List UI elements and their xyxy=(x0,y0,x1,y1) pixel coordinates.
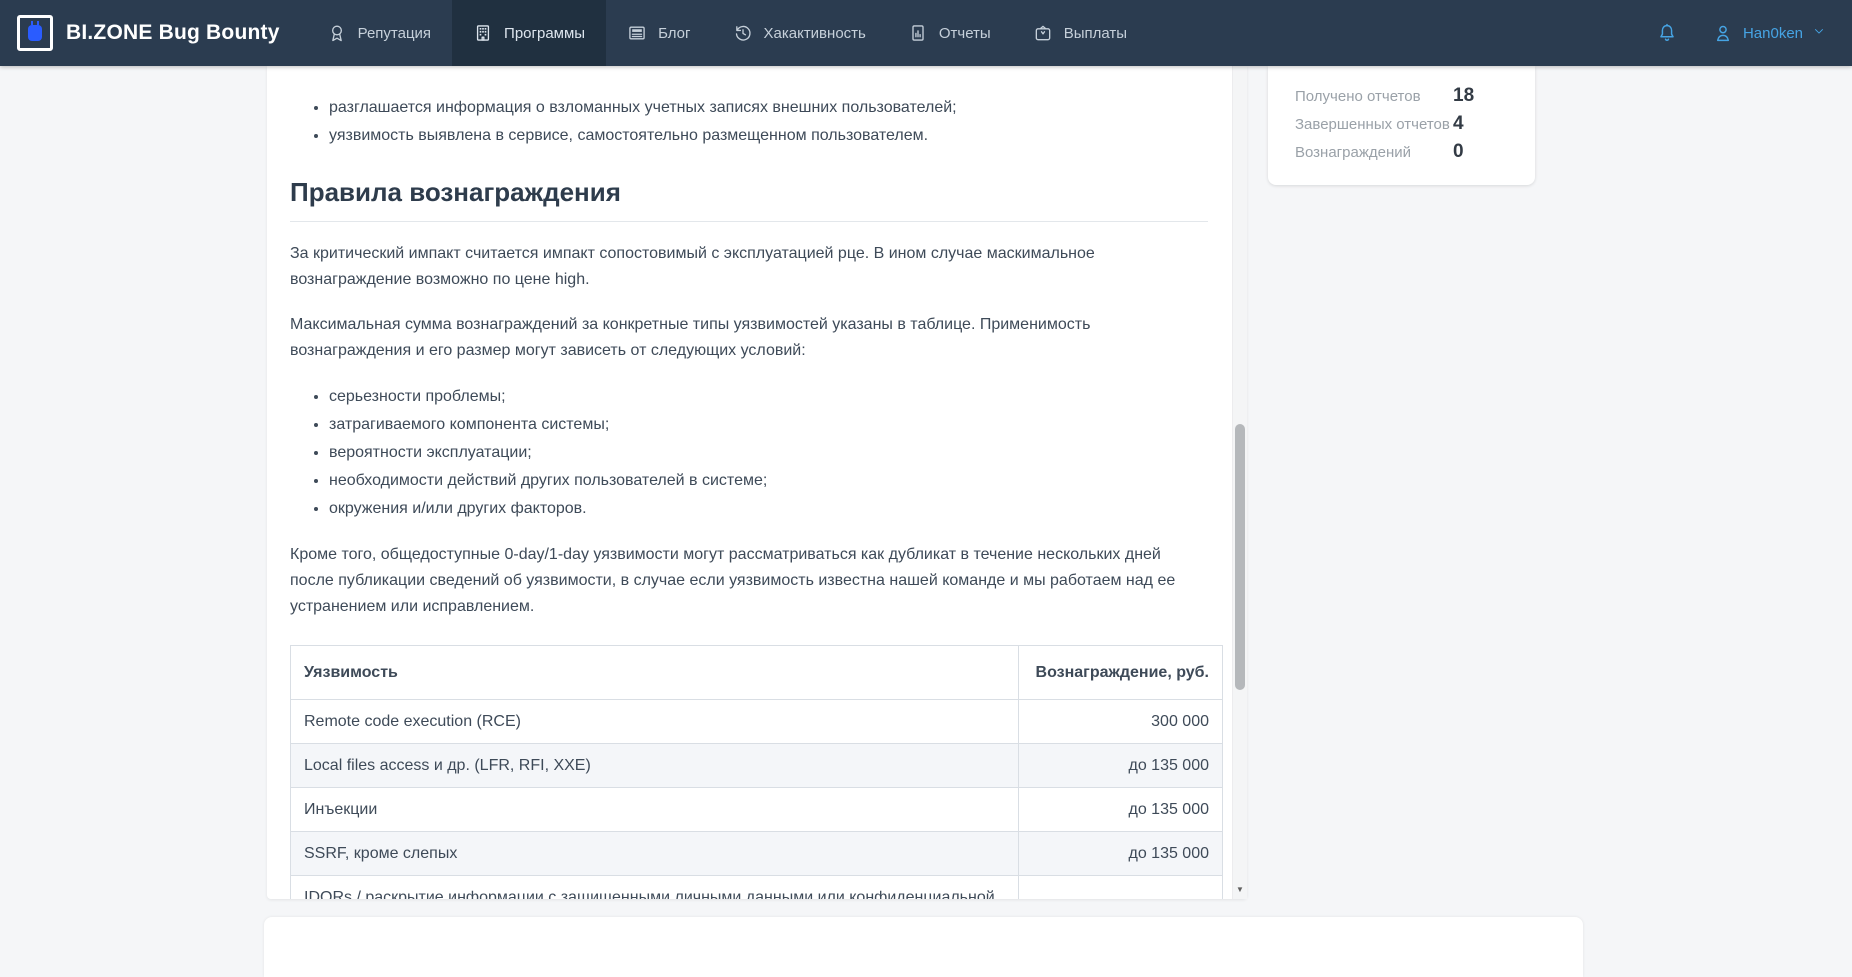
nav-item-label: Блог xyxy=(658,25,690,42)
brand-title: BI.ZONE Bug Bounty xyxy=(66,21,280,45)
list-item: затрагиваемого компонента системы; xyxy=(329,411,1208,439)
table-row: Local files access и др. (LFR, RFI, XXE)… xyxy=(291,744,1223,788)
username: Han0ken xyxy=(1743,25,1803,42)
navbar-right: Han0ken xyxy=(1656,0,1852,66)
reward-column-header: Вознаграждение, руб. xyxy=(1019,646,1223,700)
program-policy-content: разглашается информация о взломанных уче… xyxy=(267,66,1232,899)
nav-item-hackactivity[interactable]: Хакактивность xyxy=(712,0,887,66)
content-scrollbar[interactable]: ▼ xyxy=(1232,66,1247,899)
table-row: SSRF, кроме слепых до 135 000 xyxy=(291,832,1223,876)
exclusions-list: разглашается информация о взломанных уче… xyxy=(290,94,1208,150)
nav-item-label: Хакактивность xyxy=(764,25,866,42)
user-icon xyxy=(1712,22,1734,44)
nav-item-label: Репутация xyxy=(358,25,431,42)
stat-row: Получено отчетов 18 xyxy=(1268,85,1535,113)
section-title: Правила вознаграждения xyxy=(290,176,1208,222)
stat-label: Завершенных отчетов xyxy=(1295,116,1453,133)
vulnerability-cell: Remote code execution (RCE) xyxy=(291,700,1019,744)
newspaper-icon xyxy=(627,23,647,43)
nav-item-blog[interactable]: Блог xyxy=(606,0,711,66)
rewards-table-body: Remote code execution (RCE) 300 000 Loca… xyxy=(291,700,1223,900)
building-icon xyxy=(473,23,493,43)
vulnerability-cell: Инъекции xyxy=(291,788,1019,832)
stat-value: 0 xyxy=(1453,141,1464,163)
nav-item-label: Выплаты xyxy=(1064,25,1127,42)
program-description-panel: разглашается информация о взломанных уче… xyxy=(267,66,1247,899)
nav-item-reputation[interactable]: Репутация xyxy=(306,0,452,66)
stat-row: Вознаграждений 0 xyxy=(1268,141,1535,169)
notifications-button[interactable] xyxy=(1656,22,1678,44)
vulnerability-cell: IDORs / раскрытие информации с защищенны… xyxy=(291,876,1019,900)
rewards-table: Уязвимость Вознаграждение, руб. Remote c… xyxy=(290,645,1223,899)
main-navigation: Репутация Программы Блог Хака xyxy=(306,0,1148,66)
note-paragraph: Кроме того, общедоступные 0-day/1-day уя… xyxy=(290,542,1208,620)
paragraph: За критический импакт считается импакт с… xyxy=(290,241,1208,293)
reward-cell: до 135 000 xyxy=(1019,744,1223,788)
top-navbar: BI.ZONE Bug Bounty Репутация Программы Б… xyxy=(0,0,1852,66)
next-section-panel xyxy=(264,917,1583,977)
list-item: уязвимость выявлена в сервисе, самостоят… xyxy=(329,122,1208,150)
vulnerability-cell: Local files access и др. (LFR, RFI, XXE) xyxy=(291,744,1019,788)
report-icon xyxy=(908,23,928,43)
list-item: вероятности эксплуатации; xyxy=(329,439,1208,467)
chevron-down-icon xyxy=(1812,24,1826,42)
list-item: окружения и/или других факторов. xyxy=(329,495,1208,523)
list-item: серьезности проблемы; xyxy=(329,383,1208,411)
table-header-row: Уязвимость Вознаграждение, руб. xyxy=(291,646,1223,700)
scrollbar-thumb[interactable] xyxy=(1235,424,1245,690)
award-icon xyxy=(327,23,347,43)
stat-row: Завершенных отчетов 4 xyxy=(1268,113,1535,141)
table-row: Remote code execution (RCE) 300 000 xyxy=(291,700,1223,744)
user-menu[interactable]: Han0ken xyxy=(1712,22,1826,44)
stat-value: 18 xyxy=(1453,85,1474,107)
scrollbar-down-arrow[interactable]: ▼ xyxy=(1233,885,1247,895)
nav-item-programs[interactable]: Программы xyxy=(452,0,606,66)
reward-cell: до 100 000 xyxy=(1019,876,1223,900)
reward-cell: до 135 000 xyxy=(1019,788,1223,832)
history-icon xyxy=(733,23,753,43)
vulnerability-cell: SSRF, кроме слепых xyxy=(291,832,1019,876)
nav-item-label: Программы xyxy=(504,25,585,42)
stat-label: Получено отчетов xyxy=(1295,88,1453,105)
stat-value: 4 xyxy=(1453,113,1464,135)
brand[interactable]: BI.ZONE Bug Bounty xyxy=(0,0,306,66)
stats-panel: Получено отчетов 18 Завершенных отчетов … xyxy=(1268,66,1535,185)
conditions-list: серьезности проблемы;затрагиваемого комп… xyxy=(290,383,1208,523)
table-row: IDORs / раскрытие информации с защищенны… xyxy=(291,876,1223,900)
nav-item-reports[interactable]: Отчеты xyxy=(887,0,1012,66)
nav-item-payouts[interactable]: Выплаты xyxy=(1012,0,1148,66)
wallet-icon xyxy=(1033,23,1053,43)
reward-cell: до 135 000 xyxy=(1019,832,1223,876)
bell-icon xyxy=(1656,22,1678,44)
nav-item-label: Отчеты xyxy=(939,25,991,42)
bug-glyph-icon xyxy=(28,25,42,41)
bizone-logo-icon xyxy=(17,15,53,51)
paragraph: Максимальная сумма вознаграждений за кон… xyxy=(290,312,1208,364)
list-item: разглашается информация о взломанных уче… xyxy=(329,94,1208,122)
reward-cell: 300 000 xyxy=(1019,700,1223,744)
vulnerability-column-header: Уязвимость xyxy=(291,646,1019,700)
table-row: Инъекции до 135 000 xyxy=(291,788,1223,832)
list-item: необходимости действий других пользовате… xyxy=(329,467,1208,495)
stat-label: Вознаграждений xyxy=(1295,144,1453,161)
